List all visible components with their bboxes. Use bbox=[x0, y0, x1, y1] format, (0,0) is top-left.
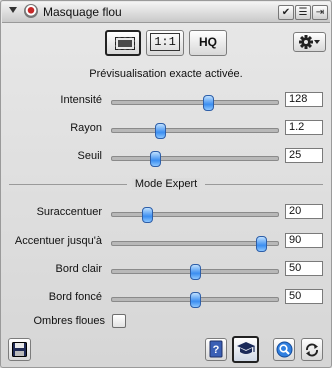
value-field[interactable]: 25 bbox=[285, 148, 323, 163]
slider-track[interactable] bbox=[111, 207, 279, 223]
slider-label: Accentuer jusqu'à bbox=[14, 235, 102, 247]
menu-button[interactable]: ☰ bbox=[295, 5, 311, 20]
slider-thumb[interactable] bbox=[256, 236, 268, 252]
slider-label: Intensité bbox=[60, 94, 102, 106]
slider-row-rayon: Rayon 1.2 bbox=[1, 120, 331, 139]
slider-track[interactable] bbox=[111, 95, 279, 111]
ombres-floues-row: Ombres floues bbox=[1, 314, 331, 329]
slider-row-intensite: Intensité 128 bbox=[1, 92, 331, 111]
checkbox-label: Ombres floues bbox=[33, 315, 105, 327]
expert-title-text: Mode Expert bbox=[131, 178, 201, 190]
help-button[interactable]: ? bbox=[205, 338, 227, 361]
value-field[interactable]: 50 bbox=[285, 289, 323, 304]
slider-row-bord-clair: Bord clair 50 bbox=[1, 261, 331, 280]
slider-label: Seuil bbox=[77, 150, 102, 162]
slider-track[interactable] bbox=[111, 292, 279, 308]
slider-label: Bord clair bbox=[55, 263, 102, 275]
plugin-logo-icon bbox=[24, 4, 38, 18]
value-field[interactable]: 1.2 bbox=[285, 120, 323, 135]
zoom-button[interactable] bbox=[273, 338, 295, 361]
slider-thumb[interactable] bbox=[155, 123, 167, 139]
ombres-floues-checkbox[interactable] bbox=[112, 314, 126, 328]
help-icon: ? bbox=[209, 340, 223, 358]
preview-status-text: Prévisualisation exacte activée. bbox=[89, 68, 243, 80]
collapse-arrow-icon[interactable] bbox=[9, 7, 17, 13]
svg-text:?: ? bbox=[213, 344, 220, 356]
slider-track[interactable] bbox=[111, 123, 279, 139]
reset-button[interactable] bbox=[301, 338, 323, 361]
value-field[interactable]: 90 bbox=[285, 233, 323, 248]
title-bar: Masquage flou ✔ ☰ ⇥ bbox=[2, 2, 330, 23]
gear-icon bbox=[298, 35, 320, 49]
one-to-one-label: 1:1 bbox=[150, 33, 180, 51]
slider-label: Bord foncé bbox=[48, 291, 102, 303]
viewport-preview-button[interactable] bbox=[105, 30, 141, 56]
slider-track[interactable] bbox=[111, 236, 279, 252]
slider-row-bord-fonce: Bord foncé 50 bbox=[1, 289, 331, 308]
slider-row-accentuer: Accentuer jusqu'à 90 bbox=[1, 233, 331, 252]
slider-label: Suraccentuer bbox=[36, 206, 102, 218]
slider-track[interactable] bbox=[111, 151, 279, 167]
expert-section-title: Mode Expert bbox=[1, 178, 331, 190]
zoom-icon bbox=[276, 341, 292, 358]
slider-label: Rayon bbox=[70, 122, 102, 134]
slider-row-suraccentuer: Suraccentuer 20 bbox=[1, 204, 331, 223]
slider-track[interactable] bbox=[111, 264, 279, 280]
slider-thumb[interactable] bbox=[190, 264, 201, 280]
enable-check-button[interactable]: ✔ bbox=[278, 5, 294, 20]
slider-thumb[interactable] bbox=[141, 207, 153, 223]
hq-button[interactable]: HQ bbox=[189, 30, 227, 56]
slider-row-seuil: Seuil 25 bbox=[1, 148, 331, 167]
save-button[interactable] bbox=[8, 338, 31, 361]
value-field[interactable]: 20 bbox=[285, 204, 323, 219]
detach-button[interactable]: ⇥ bbox=[312, 5, 328, 20]
reset-icon bbox=[306, 343, 318, 357]
one-to-one-button[interactable]: 1:1 bbox=[146, 30, 184, 56]
settings-button[interactable] bbox=[293, 32, 326, 52]
slider-thumb[interactable] bbox=[190, 292, 201, 308]
viewport-preview-icon bbox=[115, 37, 135, 50]
window-title: Masquage flou bbox=[43, 5, 122, 19]
plugin-panel: Masquage flou ✔ ☰ ⇥ 1:1 HQ Prévisualisat… bbox=[0, 0, 332, 368]
graduation-cap-icon bbox=[236, 342, 255, 354]
hq-label: HQ bbox=[199, 35, 217, 49]
slider-thumb[interactable] bbox=[203, 95, 215, 111]
slider-thumb[interactable] bbox=[150, 151, 162, 167]
value-field[interactable]: 50 bbox=[285, 261, 323, 276]
learn-button[interactable] bbox=[232, 336, 259, 363]
save-icon bbox=[12, 342, 27, 357]
value-field[interactable]: 128 bbox=[285, 92, 323, 107]
